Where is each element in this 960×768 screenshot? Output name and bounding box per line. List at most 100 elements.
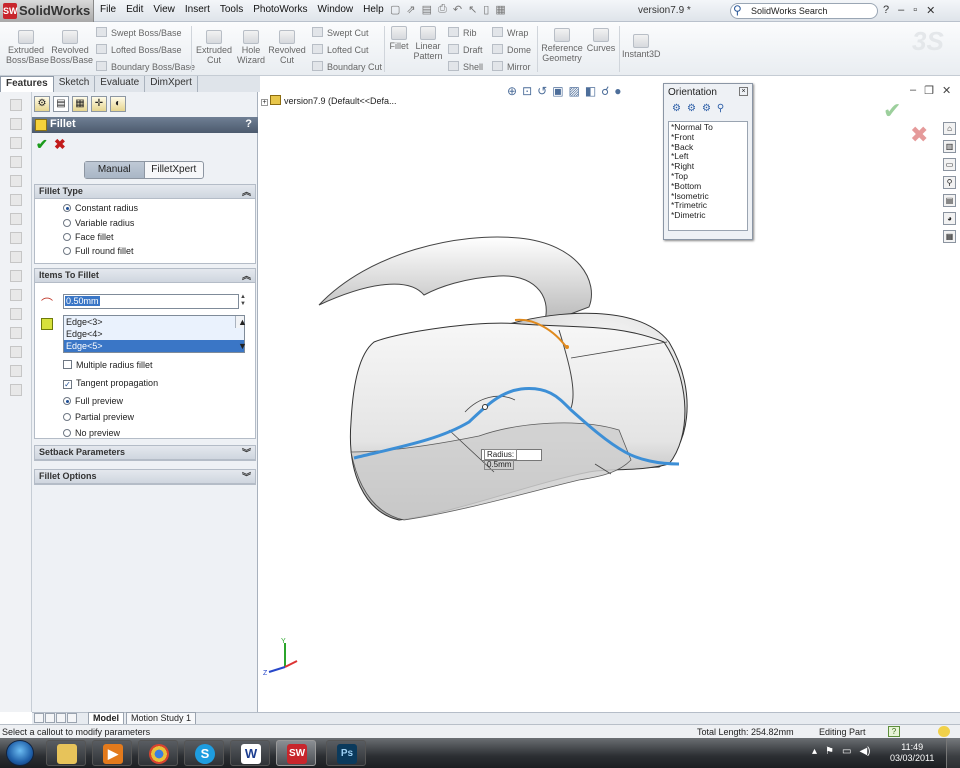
close-icon[interactable]: ✕: [926, 4, 935, 17]
items-to-fillet-header[interactable]: Items To Fillet ︽: [35, 269, 255, 283]
feature-tool-icon[interactable]: [9, 308, 22, 320]
first-tab-icon[interactable]: [34, 713, 44, 723]
cancel-x-icon[interactable]: ✖: [54, 136, 66, 153]
last-tab-icon[interactable]: [67, 713, 77, 723]
list-scrollbar[interactable]: ▲ ▼: [235, 316, 247, 351]
close-icon[interactable]: ×: [739, 87, 748, 96]
view-dimetric[interactable]: *Dimetric: [671, 210, 745, 221]
boundary-cut-button[interactable]: Boundary Cut: [312, 61, 382, 72]
media-player-taskbar-button[interactable]: ▶: [92, 740, 132, 766]
dome-button[interactable]: Dome: [492, 44, 531, 55]
manual-mode-button[interactable]: Manual: [85, 162, 145, 178]
swept-cut-button[interactable]: Swept Cut: [312, 27, 369, 38]
pin-icon[interactable]: ⚲: [717, 103, 724, 114]
reset-views-icon[interactable]: ⚙: [702, 103, 711, 114]
radio-selected[interactable]: [63, 204, 71, 212]
solidworks-taskbar-button[interactable]: SW: [276, 740, 316, 766]
tangent-propagation-option[interactable]: ✓ Tangent propagation: [63, 378, 158, 389]
show-desktop-button[interactable]: [946, 738, 960, 768]
fillet-type-header[interactable]: Fillet Type ︽: [35, 185, 255, 199]
setback-parameters-group[interactable]: Setback Parameters ︾: [34, 445, 256, 461]
part-model[interactable]: [259, 92, 960, 712]
feature-tool-icon[interactable]: [9, 137, 22, 149]
extruded-boss-button[interactable]: Extruded Boss/Base: [6, 30, 49, 65]
volume-icon[interactable]: ◀): [859, 746, 870, 757]
hole-wizard-button[interactable]: Hole Wizard: [236, 30, 266, 65]
radius-spinner[interactable]: ▲ ▼: [239, 294, 247, 309]
print-icon[interactable]: ⎙: [438, 3, 447, 16]
radius-callout[interactable]: Radius: 0.5mm: [481, 449, 542, 470]
menu-view[interactable]: View: [153, 4, 175, 15]
solidworks-logo[interactable]: SW SolidWorks: [0, 0, 94, 22]
ok-check-icon[interactable]: ✔: [36, 136, 48, 153]
full-preview-option[interactable]: Full preview: [63, 396, 123, 406]
radius-input[interactable]: 0.50mm: [63, 294, 239, 309]
mirror-button[interactable]: Mirror: [492, 61, 531, 72]
previous-tab-icon[interactable]: [45, 713, 55, 723]
feature-tool-icon[interactable]: [9, 118, 22, 130]
menu-help[interactable]: Help: [363, 4, 384, 15]
tab-features[interactable]: Features: [0, 76, 54, 92]
configuration-manager-icon[interactable]: ▦: [72, 96, 88, 112]
checkbox[interactable]: [63, 360, 72, 369]
tab-dimxpert[interactable]: DimXpert: [145, 76, 198, 92]
feature-tool-icon[interactable]: [9, 270, 22, 282]
extruded-cut-button[interactable]: Extruded Cut: [195, 30, 233, 65]
no-preview-option[interactable]: No preview: [63, 428, 120, 438]
multiple-radius-fillet-option[interactable]: Multiple radius fillet: [63, 360, 153, 370]
search-input[interactable]: SolidWorks Search: [751, 6, 827, 16]
photoshop-taskbar-button[interactable]: Ps: [326, 740, 366, 766]
show-hidden-icons[interactable]: ▴: [812, 746, 817, 757]
network-icon[interactable]: ▭: [842, 746, 851, 757]
linear-pattern-button[interactable]: Linear Pattern: [412, 26, 444, 61]
feature-tool-icon[interactable]: [9, 384, 22, 396]
instant3d-button[interactable]: Instant3D: [622, 34, 661, 59]
tab-sketch[interactable]: Sketch: [54, 76, 96, 92]
radio[interactable]: [63, 219, 71, 227]
lofted-boss-button[interactable]: Lofted Boss/Base: [96, 44, 182, 55]
rebuild-icon[interactable]: ▯: [483, 3, 489, 16]
draft-button[interactable]: Draft: [448, 44, 483, 55]
reference-geometry-button[interactable]: Reference Geometry: [541, 28, 583, 63]
minimize-icon[interactable]: –: [898, 4, 904, 17]
new-document-icon[interactable]: ▢: [390, 3, 400, 16]
feature-tool-icon[interactable]: [9, 327, 22, 339]
feature-tool-icon[interactable]: [9, 251, 22, 263]
system-clock[interactable]: 11:49 03/03/2011: [890, 742, 934, 764]
menu-edit[interactable]: Edit: [126, 4, 143, 15]
constant-radius-option[interactable]: Constant radius: [63, 203, 138, 213]
help-icon[interactable]: ?: [883, 4, 889, 17]
update-view-icon[interactable]: ⚙: [687, 103, 696, 114]
chrome-taskbar-button[interactable]: [138, 740, 178, 766]
wrap-button[interactable]: Wrap: [492, 27, 528, 38]
revolved-boss-button[interactable]: Revolved Boss/Base: [50, 30, 93, 65]
radio[interactable]: [63, 413, 71, 421]
explorer-taskbar-button[interactable]: [46, 740, 86, 766]
edges-list[interactable]: Edge<3> Edge<4> Edge<5> ▲ ▼: [63, 315, 247, 353]
feature-tool-icon[interactable]: [9, 289, 22, 301]
menu-file[interactable]: File: [100, 4, 116, 15]
expand-icon[interactable]: ︾: [242, 446, 251, 459]
shell-button[interactable]: Shell: [448, 61, 483, 72]
word-taskbar-button[interactable]: W: [230, 740, 270, 766]
feature-tool-icon[interactable]: [9, 156, 22, 168]
new-view-icon[interactable]: ⚙: [672, 103, 681, 114]
save-icon[interactable]: ▤: [422, 3, 432, 16]
edge-list-item[interactable]: Edge<4>: [64, 328, 244, 340]
radius-callout-value[interactable]: 0.5mm: [484, 459, 515, 470]
undo-icon[interactable]: ↶: [453, 3, 462, 16]
skype-taskbar-button[interactable]: S: [184, 740, 224, 766]
graphics-area[interactable]: + version7.9 (Default<<Defa... ⊕ ⊡ ↺ ▣ ▨ …: [259, 83, 960, 712]
tab-evaluate[interactable]: Evaluate: [95, 76, 146, 92]
open-icon[interactable]: ⇗: [406, 3, 415, 16]
lofted-cut-button[interactable]: Lofted Cut: [312, 44, 369, 55]
edge-list-item[interactable]: Edge<3>: [64, 316, 244, 328]
rib-button[interactable]: Rib: [448, 27, 477, 38]
fillet-button[interactable]: Fillet: [388, 26, 410, 51]
feature-tool-icon[interactable]: [9, 175, 22, 187]
menu-photoworks[interactable]: PhotoWorks: [253, 4, 307, 15]
partial-preview-option[interactable]: Partial preview: [63, 412, 134, 422]
collapse-icon[interactable]: ︽: [242, 269, 251, 282]
radio[interactable]: [63, 429, 71, 437]
action-center-flag-icon[interactable]: ⚑: [825, 746, 834, 757]
